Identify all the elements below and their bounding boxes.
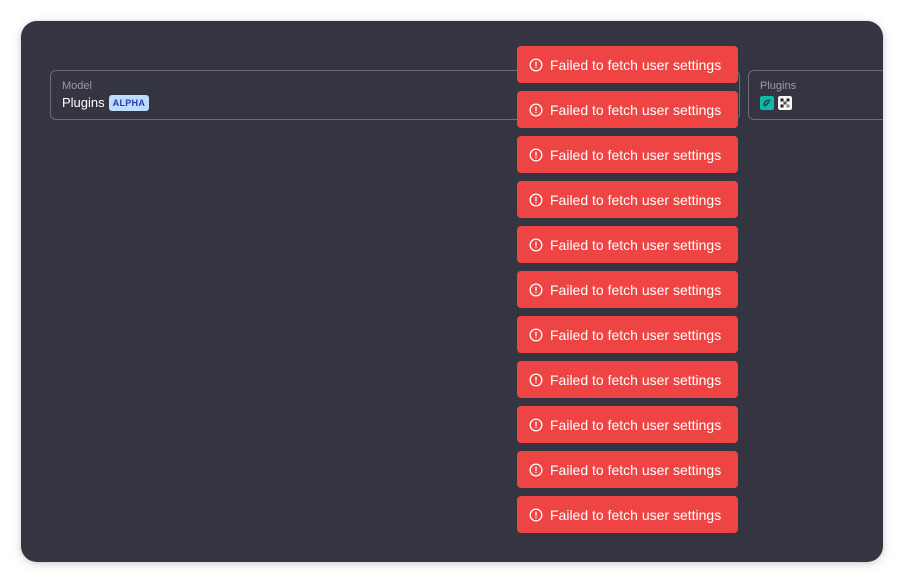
error-toast[interactable]: Failed to fetch user settings: [517, 451, 738, 488]
alert-circle-icon: [529, 508, 543, 521]
error-toast[interactable]: Failed to fetch user settings: [517, 181, 738, 218]
toast-message: Failed to fetch user settings: [550, 326, 722, 343]
model-select-value: Plugins ALPHA: [62, 95, 150, 111]
toast-message: Failed to fetch user settings: [550, 236, 722, 253]
error-toast[interactable]: Failed to fetch user settings: [517, 316, 738, 353]
app-window: Model Plugins ALPHA Plugins: [21, 21, 883, 562]
plugins-select[interactable]: Plugins: [748, 70, 883, 120]
alert-circle-icon: [529, 328, 543, 341]
toast-stack: Failed to fetch user settings Failed to …: [517, 46, 738, 533]
toast-message: Failed to fetch user settings: [550, 416, 722, 433]
alert-circle-icon: [529, 418, 543, 431]
error-toast[interactable]: Failed to fetch user settings: [517, 496, 738, 533]
error-toast[interactable]: Failed to fetch user settings: [517, 136, 738, 173]
error-toast[interactable]: Failed to fetch user settings: [517, 361, 738, 398]
toast-message: Failed to fetch user settings: [550, 146, 722, 163]
alert-circle-icon: [529, 148, 543, 161]
alert-circle-icon: [529, 283, 543, 296]
alpha-badge: ALPHA: [108, 95, 150, 111]
toast-message: Failed to fetch user settings: [550, 506, 722, 523]
toast-message: Failed to fetch user settings: [550, 191, 722, 208]
error-toast[interactable]: Failed to fetch user settings: [517, 46, 738, 83]
alert-circle-icon: [529, 58, 543, 71]
alert-circle-icon: [529, 238, 543, 251]
alert-circle-icon: [529, 463, 543, 476]
error-toast[interactable]: Failed to fetch user settings: [517, 271, 738, 308]
plugins-select-label: Plugins: [760, 80, 797, 92]
alert-circle-icon: [529, 193, 543, 206]
alert-circle-icon: [529, 373, 543, 386]
toast-message: Failed to fetch user settings: [550, 101, 722, 118]
toast-message: Failed to fetch user settings: [550, 461, 722, 478]
toast-message: Failed to fetch user settings: [550, 56, 722, 73]
error-toast[interactable]: Failed to fetch user settings: [517, 91, 738, 128]
alert-circle-icon: [529, 103, 543, 116]
teal-plugin-icon: [760, 96, 774, 110]
error-toast[interactable]: Failed to fetch user settings: [517, 406, 738, 443]
white-grid-plugin-icon: [778, 96, 792, 110]
error-toast[interactable]: Failed to fetch user settings: [517, 226, 738, 263]
toast-message: Failed to fetch user settings: [550, 281, 722, 298]
toast-message: Failed to fetch user settings: [550, 371, 722, 388]
plugin-icons: [760, 96, 792, 110]
model-select-label: Model: [62, 80, 92, 92]
model-name: Plugins: [62, 95, 105, 110]
